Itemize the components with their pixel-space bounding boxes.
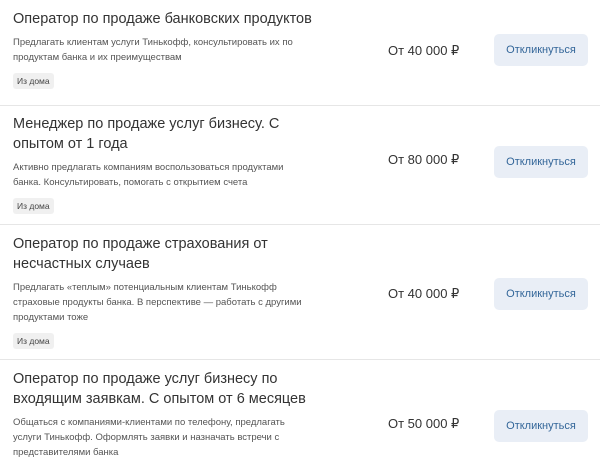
vacancy-title[interactable]: Оператор по продаже страхования от несча… [13, 234, 313, 274]
work-format-badge: Из дома [13, 198, 54, 214]
vacancy-title[interactable]: Оператор по продаже услуг бизнесу по вхо… [13, 369, 313, 409]
vacancy-card[interactable]: Оператор по продаже услуг бизнесу по вхо… [0, 360, 600, 458]
apply-button[interactable]: Откликнуться [494, 410, 588, 442]
vacancy-info: Оператор по продаже услуг бизнесу по вхо… [13, 369, 313, 460]
vacancy-info: Оператор по продаже страхования от несча… [13, 234, 313, 349]
vacancy-info: Оператор по продаже банковских продуктов… [13, 9, 313, 89]
vacancy-info: Менеджер по продаже услуг бизнесу. С опы… [13, 114, 313, 214]
vacancy-title[interactable]: Менеджер по продаже услуг бизнесу. С опы… [13, 114, 313, 154]
vacancy-list: Оператор по продаже банковских продуктов… [0, 0, 600, 458]
work-format-badge: Из дома [13, 333, 54, 349]
apply-button[interactable]: Откликнуться [494, 34, 588, 66]
vacancy-description: Активно предлагать компаниям воспользова… [13, 162, 284, 188]
vacancy-salary: От 50 000 ₽ [388, 416, 460, 431]
vacancy-description: Предлагать клиентам услуги Тинькофф, кон… [13, 37, 293, 63]
vacancy-salary: От 80 000 ₽ [388, 152, 460, 167]
vacancy-card[interactable]: Менеджер по продаже услуг бизнесу. С опы… [0, 106, 600, 225]
vacancy-title[interactable]: Оператор по продаже банковских продуктов [13, 9, 313, 29]
vacancy-description: Предлагать «теплым» потенциальным клиент… [13, 282, 302, 323]
apply-button[interactable]: Откликнуться [494, 278, 588, 310]
apply-button[interactable]: Откликнуться [494, 146, 588, 178]
vacancy-card[interactable]: Оператор по продаже банковских продуктов… [0, 0, 600, 106]
vacancy-salary: От 40 000 ₽ [388, 286, 460, 301]
work-format-badge: Из дома [13, 73, 54, 89]
vacancy-description: Общаться с компаниями-клиентами по телеф… [13, 417, 285, 458]
vacancy-salary: От 40 000 ₽ [388, 43, 460, 58]
vacancy-card[interactable]: Оператор по продаже страхования от несча… [0, 225, 600, 360]
